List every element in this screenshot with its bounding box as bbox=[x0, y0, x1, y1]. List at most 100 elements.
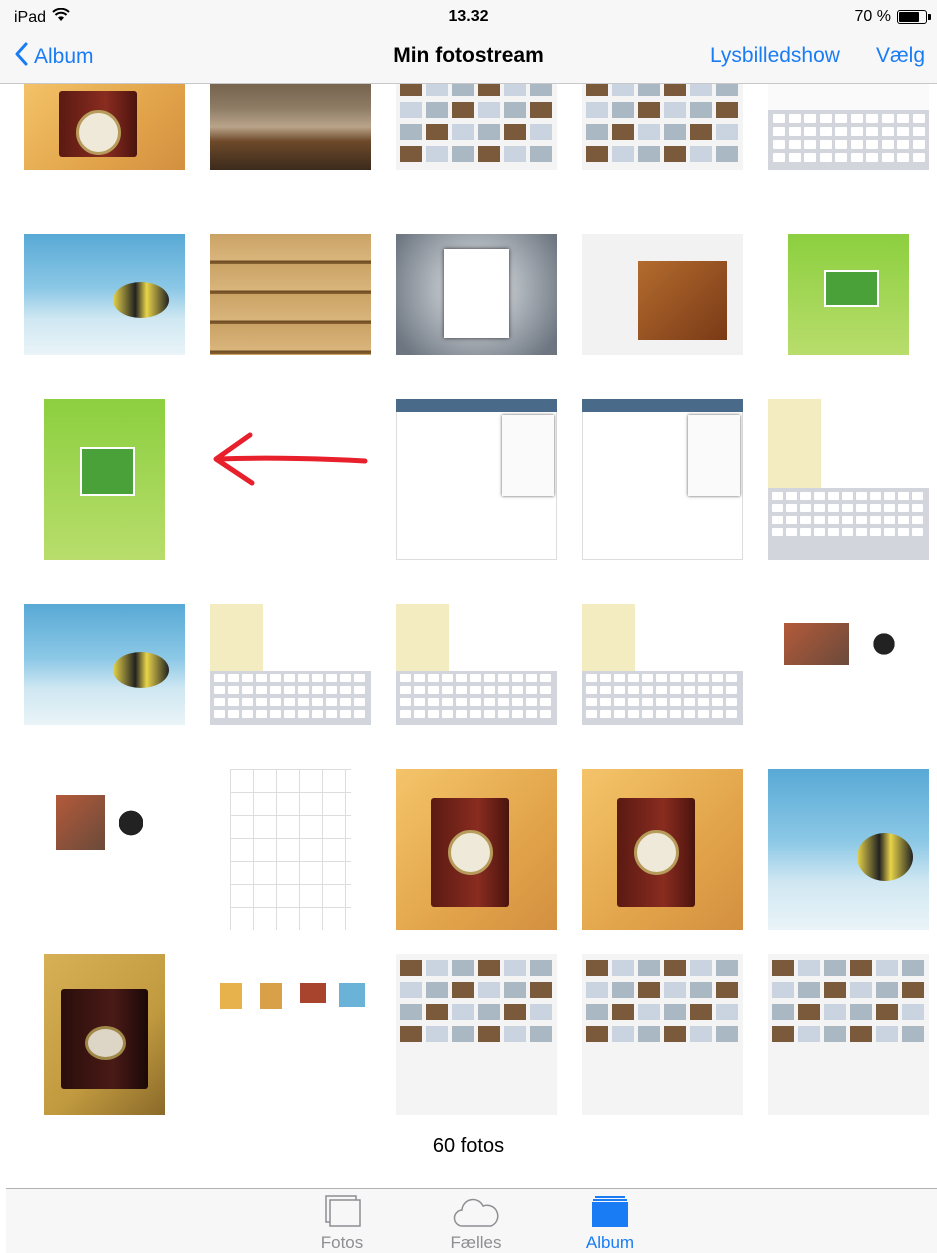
thumbnail-art bbox=[504, 84, 526, 96]
photo-thumbnail[interactable] bbox=[396, 84, 557, 170]
thumbnail-art bbox=[586, 84, 608, 96]
thumbnail-art bbox=[400, 124, 422, 140]
thumbnail-art bbox=[788, 140, 801, 150]
photo-thumbnail[interactable] bbox=[582, 234, 743, 355]
thumbnail-art bbox=[712, 698, 723, 707]
thumbnail-art bbox=[582, 399, 743, 412]
thumbnail-art bbox=[400, 146, 422, 162]
photo-thumbnail[interactable] bbox=[44, 954, 165, 1115]
thumbnail-art bbox=[898, 516, 909, 525]
photo-thumbnail[interactable] bbox=[210, 604, 371, 725]
thumbnail-art bbox=[828, 528, 839, 537]
thumbnail-art bbox=[426, 1026, 448, 1042]
thumbnail-art bbox=[856, 833, 913, 882]
photo-thumbnail[interactable] bbox=[768, 399, 929, 560]
thumbnail-art bbox=[586, 686, 597, 695]
thumbnail-art bbox=[726, 674, 737, 683]
thumbnail-art bbox=[688, 415, 740, 496]
thumbnail-art bbox=[772, 1026, 794, 1042]
thumbnail-art bbox=[866, 127, 878, 137]
photo-thumbnail[interactable] bbox=[582, 84, 743, 170]
thumbnail-art bbox=[530, 124, 552, 140]
thumbnail-art bbox=[586, 102, 608, 118]
photo-thumbnail[interactable] bbox=[44, 399, 165, 560]
photo-thumbnail[interactable] bbox=[582, 954, 743, 1115]
slideshow-button[interactable]: Lysbilledshow bbox=[710, 44, 840, 68]
select-button[interactable]: Vælg bbox=[876, 44, 925, 68]
thumbnail-art bbox=[452, 146, 474, 162]
photo-thumbnail[interactable] bbox=[24, 604, 185, 725]
photo-thumbnail[interactable] bbox=[24, 84, 185, 170]
tab-fotos[interactable]: Fotos bbox=[297, 1194, 387, 1253]
thumbnail-art bbox=[798, 982, 820, 998]
photo-thumbnail[interactable] bbox=[788, 234, 909, 355]
thumbnail-art bbox=[396, 399, 557, 412]
thumbnail-art bbox=[884, 492, 895, 501]
thumbnail-art bbox=[414, 686, 425, 695]
thumbnail-art bbox=[800, 516, 811, 525]
thumbnail-art bbox=[881, 153, 894, 163]
photo-thumbnail[interactable] bbox=[582, 399, 743, 560]
thumbnail-art bbox=[842, 528, 853, 537]
thumbnail-art bbox=[902, 1004, 924, 1020]
photo-thumbnail[interactable] bbox=[396, 399, 557, 560]
thumbnail-art bbox=[478, 1026, 500, 1042]
thumbnail-art bbox=[312, 674, 323, 683]
thumbnail-art bbox=[876, 1004, 898, 1020]
back-button[interactable]: Album bbox=[14, 42, 94, 72]
photo-thumbnail[interactable] bbox=[210, 399, 371, 560]
thumbnail-art bbox=[656, 674, 667, 683]
thumbnail-art bbox=[112, 652, 169, 689]
thumbnail-art bbox=[856, 504, 867, 513]
thumbnail-art bbox=[504, 146, 526, 162]
thumbnail-art bbox=[828, 492, 839, 501]
photo-thumbnail[interactable] bbox=[768, 954, 929, 1115]
thumbnail-art bbox=[824, 960, 846, 976]
tab-album[interactable]: Album bbox=[565, 1196, 655, 1253]
photo-thumbnail[interactable] bbox=[396, 234, 557, 355]
thumbnail-art bbox=[530, 982, 552, 998]
thumbnail-art bbox=[690, 102, 712, 118]
thumbnail-art bbox=[773, 140, 785, 150]
photo-thumbnail[interactable] bbox=[210, 84, 371, 170]
thumbnail-art bbox=[800, 528, 811, 537]
photo-thumbnail[interactable] bbox=[582, 769, 743, 930]
thumbnail-art bbox=[772, 960, 794, 976]
photo-thumbnail[interactable] bbox=[396, 954, 557, 1115]
tab-faelles[interactable]: Fælles bbox=[431, 1197, 521, 1253]
photo-thumbnail[interactable] bbox=[396, 604, 557, 725]
photo-thumbnail[interactable] bbox=[44, 769, 165, 930]
thumbnail-art bbox=[800, 504, 811, 513]
photo-thumbnail[interactable] bbox=[768, 84, 929, 170]
thumbnail-art bbox=[824, 1004, 846, 1020]
photo-thumbnail[interactable] bbox=[210, 954, 371, 1115]
thumbnail-art bbox=[850, 114, 863, 124]
thumbnail-art bbox=[835, 114, 847, 124]
thumbnail-art bbox=[664, 124, 686, 140]
thumbnail-art bbox=[400, 698, 411, 707]
photo-thumbnail[interactable] bbox=[768, 604, 929, 725]
thumbnail-art bbox=[866, 140, 878, 150]
thumbnail-art bbox=[664, 960, 686, 976]
thumbnail-art bbox=[540, 698, 551, 707]
thumbnail-art bbox=[897, 114, 909, 124]
thumbnail-art bbox=[850, 1004, 872, 1020]
status-bar: iPad 13.32 70 % bbox=[0, 0, 937, 34]
thumbnail-art bbox=[444, 248, 509, 339]
photo-thumbnail[interactable] bbox=[24, 234, 185, 355]
photo-thumbnail[interactable] bbox=[210, 234, 371, 355]
thumbnail-art bbox=[684, 698, 695, 707]
thumbnail-art bbox=[504, 1026, 526, 1042]
photo-thumbnail[interactable] bbox=[396, 769, 557, 930]
thumbnail-art bbox=[326, 674, 337, 683]
thumbnail-art bbox=[642, 686, 653, 695]
photo-thumbnail[interactable] bbox=[768, 769, 929, 930]
thumbnail-art bbox=[638, 102, 660, 118]
thumbnail-art bbox=[898, 492, 909, 501]
thumbnail-art bbox=[628, 698, 639, 707]
thumbnail-art bbox=[470, 710, 481, 719]
photos-stack-icon bbox=[322, 1194, 362, 1233]
thumbnail-art bbox=[586, 124, 608, 140]
photo-thumbnail[interactable] bbox=[230, 769, 351, 930]
photo-thumbnail[interactable] bbox=[582, 604, 743, 725]
